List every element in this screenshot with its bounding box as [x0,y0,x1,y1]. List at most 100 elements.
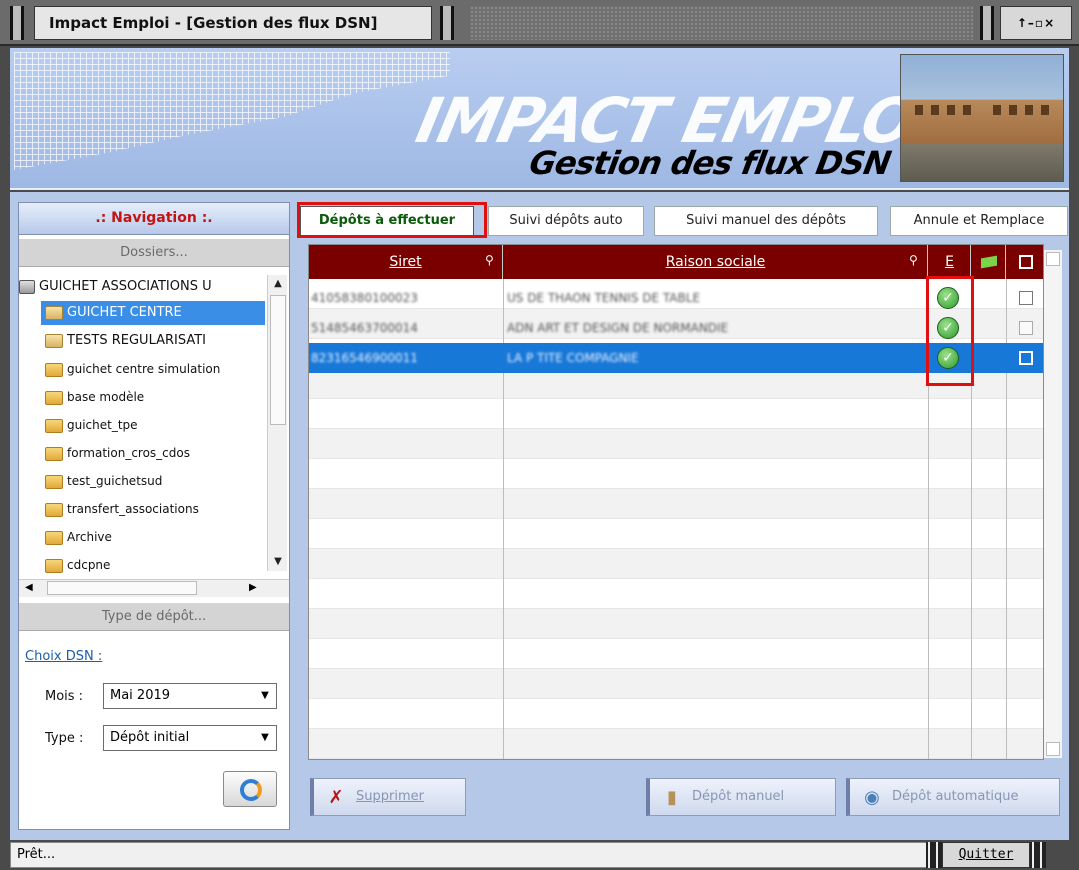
folder-note-icon [45,333,63,348]
folder-icon [45,418,63,433]
cell-siret: 41058380100023 [311,291,418,305]
grip-handle [928,842,938,868]
type-depot-header[interactable]: Type de dépôt... [19,603,289,631]
tree-item[interactable]: GUICHET CENTRE [41,301,265,325]
title-pattern [470,6,974,40]
grip-handle [10,6,24,40]
checkbox-icon[interactable] [1019,255,1033,269]
grid-vertical-scrollbar[interactable] [1044,250,1062,758]
type-label: Type : [45,731,84,746]
delete-x-icon: ✗ [328,787,344,808]
column-raison-sociale[interactable]: Raison sociale [504,245,928,279]
check-ok-icon: ✓ [937,317,959,339]
tree-item[interactable]: TESTS REGULARISATI [45,329,206,353]
dossiers-header[interactable]: Dossiers... [19,239,289,267]
scrollbar-thumb[interactable] [270,295,286,425]
cell-siret: 82316546900011 [311,351,418,365]
depot-manuel-button[interactable]: ▮ Dépôt manuel [646,778,836,816]
title-bar: Impact Emploi - [Gestion des flux DSN] ↑… [0,0,1079,46]
refresh-button[interactable] [223,771,277,807]
check-ok-icon: ✓ [937,347,959,369]
banner: IMPACT EMPLOI Gestion des flux DSN [10,48,1069,190]
folder-icon [45,446,63,461]
table-row[interactable]: 51485463700014 ADN ART ET DESIGN DE NORM… [309,313,1043,343]
grip-handle [440,6,454,40]
type-select[interactable]: Dépôt initial ▼ [103,725,277,751]
row-checkbox[interactable] [1019,321,1033,335]
root-icon [19,279,35,294]
tree-vertical-scrollbar[interactable]: ▲ ▼ [267,275,287,571]
table-row[interactable]: 82316546900011 LA P TITE COMPAGNIE ✓ [309,343,1043,373]
navigation-panel: .: Navigation :. Dossiers... GUICHET ASS… [18,202,290,830]
banner-subtitle: Gestion des flux DSN [526,144,894,182]
tree-item[interactable]: cdcpne [45,553,110,573]
tree-root[interactable]: GUICHET ASSOCIATIONS U [19,275,212,299]
choix-dsn-link[interactable]: Choix DSN : [25,649,102,664]
scroll-up-icon[interactable] [1046,252,1060,266]
tree-item[interactable]: guichet_tpe [45,413,138,437]
cell-raison: US DE THAON TENNIS DE TABLE [507,291,701,305]
cell-raison: LA P TITE COMPAGNIE [507,351,639,365]
quit-area: Quitter [926,842,1046,868]
cell-siret: 51485463700014 [311,321,418,335]
grip-handle [980,6,994,40]
folder-note-icon [45,305,63,320]
globe-icon: ◉ [864,787,880,808]
tree-item[interactable]: guichet centre simulation [45,357,220,381]
quit-button[interactable]: Quitter [942,842,1030,868]
window-controls[interactable]: ↑–▫× [1000,6,1072,40]
tree-item[interactable]: base modèle [45,385,144,409]
scroll-left-icon[interactable]: ◀ [25,582,33,593]
row-checkbox[interactable] [1019,291,1033,305]
folder-icon [45,558,63,573]
column-siret[interactable]: Siret [309,245,503,279]
folder-icon [45,362,63,377]
tree-horizontal-scrollbar[interactable]: ◀ ▶ [19,579,289,597]
chevron-down-icon[interactable]: ▼ [256,728,274,748]
row-checkbox[interactable] [1019,351,1033,365]
tree-item[interactable]: transfert_associations [45,497,199,521]
building-photo [900,54,1064,182]
depot-automatique-button[interactable]: ◉ Dépôt automatique [846,778,1060,816]
folder-icon [45,502,63,517]
tree-item[interactable]: formation_cros_cdos [45,441,190,465]
table-row[interactable]: 41058380100023 US DE THAON TENNIS DE TAB… [309,283,1043,313]
grid-header: Siret ⚲ Raison sociale ⚲ E [309,245,1043,279]
scroll-down-icon[interactable]: ▼ [268,553,288,571]
window-title: Impact Emploi - [Gestion des flux DSN] [34,6,432,40]
tab-annule-remplace[interactable]: Annule et Remplace [890,206,1068,236]
grip-handle [1032,842,1042,868]
supprimer-button[interactable]: ✗ Supprimer [310,778,466,816]
search-icon[interactable]: ⚲ [909,253,918,267]
scroll-down-icon[interactable] [1046,742,1060,756]
folder-icon [45,474,63,489]
column-e[interactable]: E [929,245,971,279]
mois-select[interactable]: Mai 2019 ▼ [103,683,277,709]
check-ok-icon: ✓ [937,287,959,309]
document-icon: ▮ [667,787,677,808]
scroll-right-icon[interactable]: ▶ [249,582,257,593]
flag-icon [980,255,997,269]
tree-item[interactable]: Archive [45,525,112,549]
refresh-icon [240,779,262,801]
navigation-header: .: Navigation :. [19,203,289,235]
cell-raison: ADN ART ET DESIGN DE NORMANDIE [507,321,729,335]
tab-suivi-depots-auto[interactable]: Suivi dépôts auto [488,206,644,236]
search-icon[interactable]: ⚲ [485,253,494,267]
tab-suivi-manuel[interactable]: Suivi manuel des dépôts [654,206,878,236]
dossier-tree[interactable]: GUICHET ASSOCIATIONS U GUICHET CENTRE TE… [19,273,289,573]
status-text: Prêt... [10,842,928,868]
scrollbar-thumb[interactable] [47,581,197,595]
column-select-all[interactable] [1007,245,1043,279]
column-flag[interactable] [972,245,1006,279]
tab-depots-a-effectuer[interactable]: Dépôts à effectuer [300,206,474,236]
scroll-up-icon[interactable]: ▲ [268,275,288,293]
folder-icon [45,390,63,405]
tree-item[interactable]: test_guichetsud [45,469,162,493]
mois-label: Mois : [45,689,84,704]
folder-icon [45,530,63,545]
depots-grid[interactable]: Siret ⚲ Raison sociale ⚲ E 4105838010002… [308,244,1044,760]
status-bar: Prêt... Quitter [0,840,1079,870]
chevron-down-icon[interactable]: ▼ [256,686,274,706]
banner-mosaic [14,52,450,170]
